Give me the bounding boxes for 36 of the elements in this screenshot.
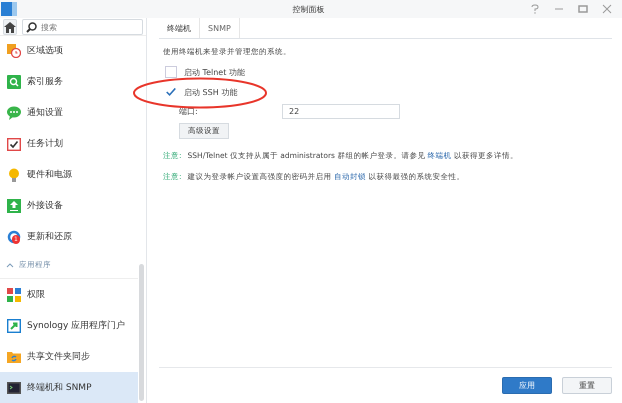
chat-icon (7, 106, 21, 120)
sidebar-item[interactable]: 权限 (0, 279, 138, 310)
checkbox[interactable] (165, 66, 177, 78)
calendar-icon (7, 136, 21, 150)
help-icon[interactable] (530, 4, 540, 14)
port-field[interactable]: 22 (282, 104, 400, 119)
folder-icon (7, 350, 21, 364)
clock-icon (7, 44, 21, 58)
upload-icon (7, 198, 21, 212)
sidebar-item[interactable]: 区域选项 (0, 36, 138, 66)
sidebar-item[interactable]: 共享文件夹同步 (0, 341, 138, 372)
window-title: 控制面板 (292, 4, 326, 14)
checkbox-label: 启动 SSH 功能 (184, 86, 238, 98)
grid-icon (7, 288, 21, 302)
sidebar-item[interactable]: 硬件和电源 (0, 159, 138, 190)
sidebar-item[interactable]: 外接设备 (0, 190, 138, 221)
checkbox-label: 启动 Telnet 功能 (184, 66, 245, 78)
port-label: 端口: (179, 106, 199, 117)
search-icon (26, 22, 37, 32)
maximize-icon[interactable] (578, 4, 588, 14)
app-icon (1, 1, 17, 17)
sidebar-item[interactable]: 通知设置 (0, 97, 138, 128)
search-icon (7, 74, 21, 88)
bulb-icon (7, 168, 21, 182)
sidebar-item[interactable]: Synology 应用程序门户 (0, 310, 138, 341)
sidebar-item[interactable]: 索引服务 (0, 66, 138, 97)
close-icon[interactable] (602, 4, 612, 14)
sidebar-item[interactable]: 终端机和 SNMP (0, 372, 138, 403)
terminal-icon (7, 380, 21, 394)
tab[interactable]: SNMP (200, 18, 240, 38)
home-button[interactable] (3, 19, 17, 35)
scrollbar[interactable] (139, 264, 144, 401)
search-field[interactable]: 搜索 (22, 19, 143, 35)
reset-button[interactable]: 重置 (562, 377, 612, 394)
apply-button[interactable]: 应用 (502, 377, 552, 394)
sidebar-item[interactable]: 任务计划 (0, 128, 138, 159)
